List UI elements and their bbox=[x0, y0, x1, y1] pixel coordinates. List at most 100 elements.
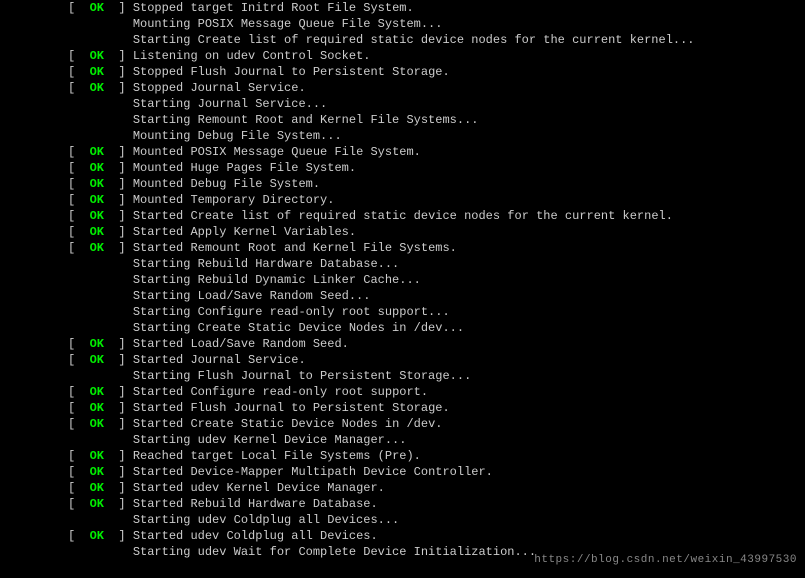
boot-message: Starting udev Kernel Device Manager... bbox=[133, 433, 407, 447]
bracket-open: [ bbox=[68, 209, 90, 223]
bracket-close: ] bbox=[104, 65, 133, 79]
indent bbox=[68, 33, 133, 47]
bracket-open: [ bbox=[68, 481, 90, 495]
boot-message: Starting Configure read-only root suppor… bbox=[133, 305, 450, 319]
boot-message: Started Rebuild Hardware Database. bbox=[133, 497, 378, 511]
bracket-open: [ bbox=[68, 145, 90, 159]
boot-log-line: Starting Rebuild Hardware Database... bbox=[68, 256, 805, 272]
status-ok: OK bbox=[90, 177, 104, 191]
boot-message: Mounting POSIX Message Queue File System… bbox=[133, 17, 443, 31]
boot-log-line: [ OK ] Started Flush Journal to Persiste… bbox=[68, 400, 805, 416]
boot-log-line: Mounting Debug File System... bbox=[68, 128, 805, 144]
boot-message: Stopped Journal Service. bbox=[133, 81, 306, 95]
indent bbox=[68, 545, 133, 559]
boot-message: Started Create Static Device Nodes in /d… bbox=[133, 417, 443, 431]
boot-log-line: [ OK ] Stopped Journal Service. bbox=[68, 80, 805, 96]
indent bbox=[68, 369, 133, 383]
boot-message: Mounting Debug File System... bbox=[133, 129, 342, 143]
indent bbox=[68, 129, 133, 143]
status-ok: OK bbox=[90, 241, 104, 255]
bracket-close: ] bbox=[104, 81, 133, 95]
indent bbox=[68, 97, 133, 111]
status-ok: OK bbox=[90, 529, 104, 543]
indent bbox=[68, 113, 133, 127]
bracket-open: [ bbox=[68, 449, 90, 463]
bracket-open: [ bbox=[68, 401, 90, 415]
boot-log-line: [ OK ] Started Apply Kernel Variables. bbox=[68, 224, 805, 240]
boot-message: Starting Rebuild Dynamic Linker Cache... bbox=[133, 273, 421, 287]
status-ok: OK bbox=[90, 209, 104, 223]
bracket-open: [ bbox=[68, 49, 90, 63]
boot-log-line: Starting Remount Root and Kernel File Sy… bbox=[68, 112, 805, 128]
status-ok: OK bbox=[90, 497, 104, 511]
boot-log-line: [ OK ] Started udev Coldplug all Devices… bbox=[68, 528, 805, 544]
boot-message: Starting Create Static Device Nodes in /… bbox=[133, 321, 464, 335]
boot-log-line: Starting Create list of required static … bbox=[68, 32, 805, 48]
status-ok: OK bbox=[90, 353, 104, 367]
boot-log-line: [ OK ] Started Create Static Device Node… bbox=[68, 416, 805, 432]
boot-message: Started Device-Mapper Multipath Device C… bbox=[133, 465, 493, 479]
bracket-open: [ bbox=[68, 81, 90, 95]
boot-message: Stopped Flush Journal to Persistent Stor… bbox=[133, 65, 450, 79]
boot-message: Started Configure read-only root support… bbox=[133, 385, 428, 399]
watermark-text: https://blog.csdn.net/weixin_43997530 bbox=[534, 552, 797, 568]
indent bbox=[68, 257, 133, 271]
bracket-open: [ bbox=[68, 225, 90, 239]
indent bbox=[68, 433, 133, 447]
boot-message: Reached target Local File Systems (Pre). bbox=[133, 449, 421, 463]
boot-message: Listening on udev Control Socket. bbox=[133, 49, 371, 63]
boot-log-line: [ OK ] Started Create list of required s… bbox=[68, 208, 805, 224]
status-ok: OK bbox=[90, 481, 104, 495]
boot-log-line: [ OK ] Started Load/Save Random Seed. bbox=[68, 336, 805, 352]
indent bbox=[68, 321, 133, 335]
bracket-close: ] bbox=[104, 225, 133, 239]
boot-message: Starting Journal Service... bbox=[133, 97, 327, 111]
boot-log-line: Starting Load/Save Random Seed... bbox=[68, 288, 805, 304]
boot-message: Mounted Temporary Directory. bbox=[133, 193, 335, 207]
boot-message: Mounted POSIX Message Queue File System. bbox=[133, 145, 421, 159]
boot-log-line: [ OK ] Reached target Local File Systems… bbox=[68, 448, 805, 464]
bracket-open: [ bbox=[68, 1, 90, 15]
bracket-open: [ bbox=[68, 417, 90, 431]
boot-message: Starting Create list of required static … bbox=[133, 33, 695, 47]
boot-log-line: [ OK ] Mounted POSIX Message Queue File … bbox=[68, 144, 805, 160]
indent bbox=[68, 273, 133, 287]
boot-log-line: [ OK ] Started udev Kernel Device Manage… bbox=[68, 480, 805, 496]
bracket-close: ] bbox=[104, 417, 133, 431]
boot-log-line: [ OK ] Mounted Temporary Directory. bbox=[68, 192, 805, 208]
bracket-close: ] bbox=[104, 337, 133, 351]
bracket-close: ] bbox=[104, 529, 133, 543]
bracket-close: ] bbox=[104, 401, 133, 415]
boot-log-line: [ OK ] Started Rebuild Hardware Database… bbox=[68, 496, 805, 512]
status-ok: OK bbox=[90, 449, 104, 463]
bracket-close: ] bbox=[104, 145, 133, 159]
bracket-close: ] bbox=[104, 241, 133, 255]
bracket-close: ] bbox=[104, 161, 133, 175]
boot-message: Started Load/Save Random Seed. bbox=[133, 337, 349, 351]
boot-log-line: [ OK ] Started Journal Service. bbox=[68, 352, 805, 368]
boot-log-line: [ OK ] Listening on udev Control Socket. bbox=[68, 48, 805, 64]
status-ok: OK bbox=[90, 145, 104, 159]
boot-log-line: [ OK ] Stopped Flush Journal to Persiste… bbox=[68, 64, 805, 80]
boot-log-terminal: [ OK ] Stopped target Initrd Root File S… bbox=[68, 0, 805, 560]
bracket-close: ] bbox=[104, 465, 133, 479]
status-ok: OK bbox=[90, 337, 104, 351]
boot-message: Mounted Debug File System. bbox=[133, 177, 320, 191]
boot-log-line: [ OK ] Started Device-Mapper Multipath D… bbox=[68, 464, 805, 480]
bracket-open: [ bbox=[68, 161, 90, 175]
boot-log-line: Starting Flush Journal to Persistent Sto… bbox=[68, 368, 805, 384]
indent bbox=[68, 305, 133, 319]
bracket-open: [ bbox=[68, 177, 90, 191]
bracket-open: [ bbox=[68, 353, 90, 367]
boot-log-line: Starting Rebuild Dynamic Linker Cache... bbox=[68, 272, 805, 288]
boot-log-line: Starting udev Coldplug all Devices... bbox=[68, 512, 805, 528]
boot-log-line: Starting Create Static Device Nodes in /… bbox=[68, 320, 805, 336]
bracket-close: ] bbox=[104, 449, 133, 463]
boot-log-line: Starting Journal Service... bbox=[68, 96, 805, 112]
bracket-open: [ bbox=[68, 385, 90, 399]
boot-message: Started udev Kernel Device Manager. bbox=[133, 481, 385, 495]
status-ok: OK bbox=[90, 1, 104, 15]
boot-log-line: [ OK ] Started Configure read-only root … bbox=[68, 384, 805, 400]
boot-log-line: [ OK ] Started Remount Root and Kernel F… bbox=[68, 240, 805, 256]
boot-message: Started Remount Root and Kernel File Sys… bbox=[133, 241, 457, 255]
